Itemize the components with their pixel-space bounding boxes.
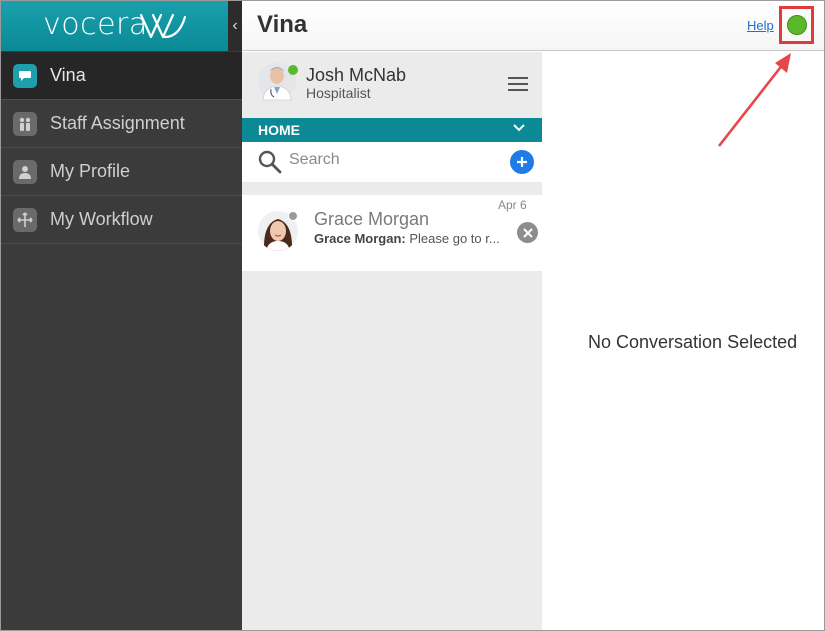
search-bar [242, 142, 542, 182]
vocera-logo-mark-icon [139, 13, 187, 39]
home-label: HOME [258, 122, 300, 138]
vocera-logo: vocera [43, 7, 148, 42]
workflow-icon [13, 207, 37, 232]
sidebar-item-my-profile[interactable]: My Profile [1, 148, 242, 196]
user-name: Josh McNab [306, 65, 407, 85]
collapse-sidebar-button[interactable]: ‹ [228, 1, 242, 51]
status-button[interactable] [779, 6, 814, 44]
sidebar-item-label: Vina [50, 65, 86, 85]
chevron-down-icon [513, 124, 525, 132]
app-window: vocera ‹ Vina Staff Assignment My Profil… [0, 0, 825, 631]
new-message-button[interactable] [510, 150, 534, 174]
sidebar: vocera ‹ Vina Staff Assignment My Profil… [1, 1, 242, 630]
home-dropdown[interactable]: HOME [242, 118, 542, 142]
page-title: Vina [257, 11, 308, 38]
logo-bar: vocera ‹ [1, 1, 242, 51]
sidebar-item-label: My Workflow [50, 209, 153, 229]
preview-text: Please go to r... [409, 231, 500, 246]
close-conversation-button[interactable] [517, 222, 538, 243]
sidebar-item-label: Staff Assignment [50, 113, 185, 133]
annotation-arrow-icon [717, 53, 791, 147]
hamburger-menu-icon[interactable] [508, 77, 528, 93]
user-role: Hospitalist [306, 85, 371, 101]
online-presence-icon [288, 65, 298, 75]
help-link[interactable]: Help [747, 18, 774, 33]
preview-sender: Grace Morgan: [314, 231, 406, 246]
conversation-list-panel: Josh McNab Hospitalist HOME Search Grace… [242, 52, 542, 630]
message-date: Apr 6 [498, 198, 527, 212]
conversation-list-item[interactable]: Grace Morgan Grace Morgan: Please go to … [242, 195, 542, 271]
plus-icon [517, 157, 527, 167]
sidebar-item-vina[interactable]: Vina [1, 52, 242, 100]
search-input[interactable] [289, 148, 489, 172]
message-preview: Grace Morgan: Please go to r... [314, 231, 500, 246]
chat-bubble-icon [13, 63, 37, 88]
sidebar-nav: Vina Staff Assignment My Profile My Work… [1, 52, 242, 244]
empty-state-message: No Conversation Selected [588, 332, 798, 352]
close-icon [522, 227, 533, 238]
staff-icon [13, 111, 37, 136]
sidebar-item-staff-assignment[interactable]: Staff Assignment [1, 100, 242, 148]
sidebar-item-my-workflow[interactable]: My Workflow [1, 196, 242, 244]
sidebar-item-label: My Profile [50, 161, 131, 181]
person-icon [13, 159, 37, 184]
user-profile-header: Josh McNab Hospitalist [242, 52, 542, 118]
offline-presence-icon [288, 211, 298, 221]
search-icon [258, 150, 282, 174]
contact-name: Grace Morgan [314, 209, 430, 229]
status-online-icon [786, 15, 807, 35]
